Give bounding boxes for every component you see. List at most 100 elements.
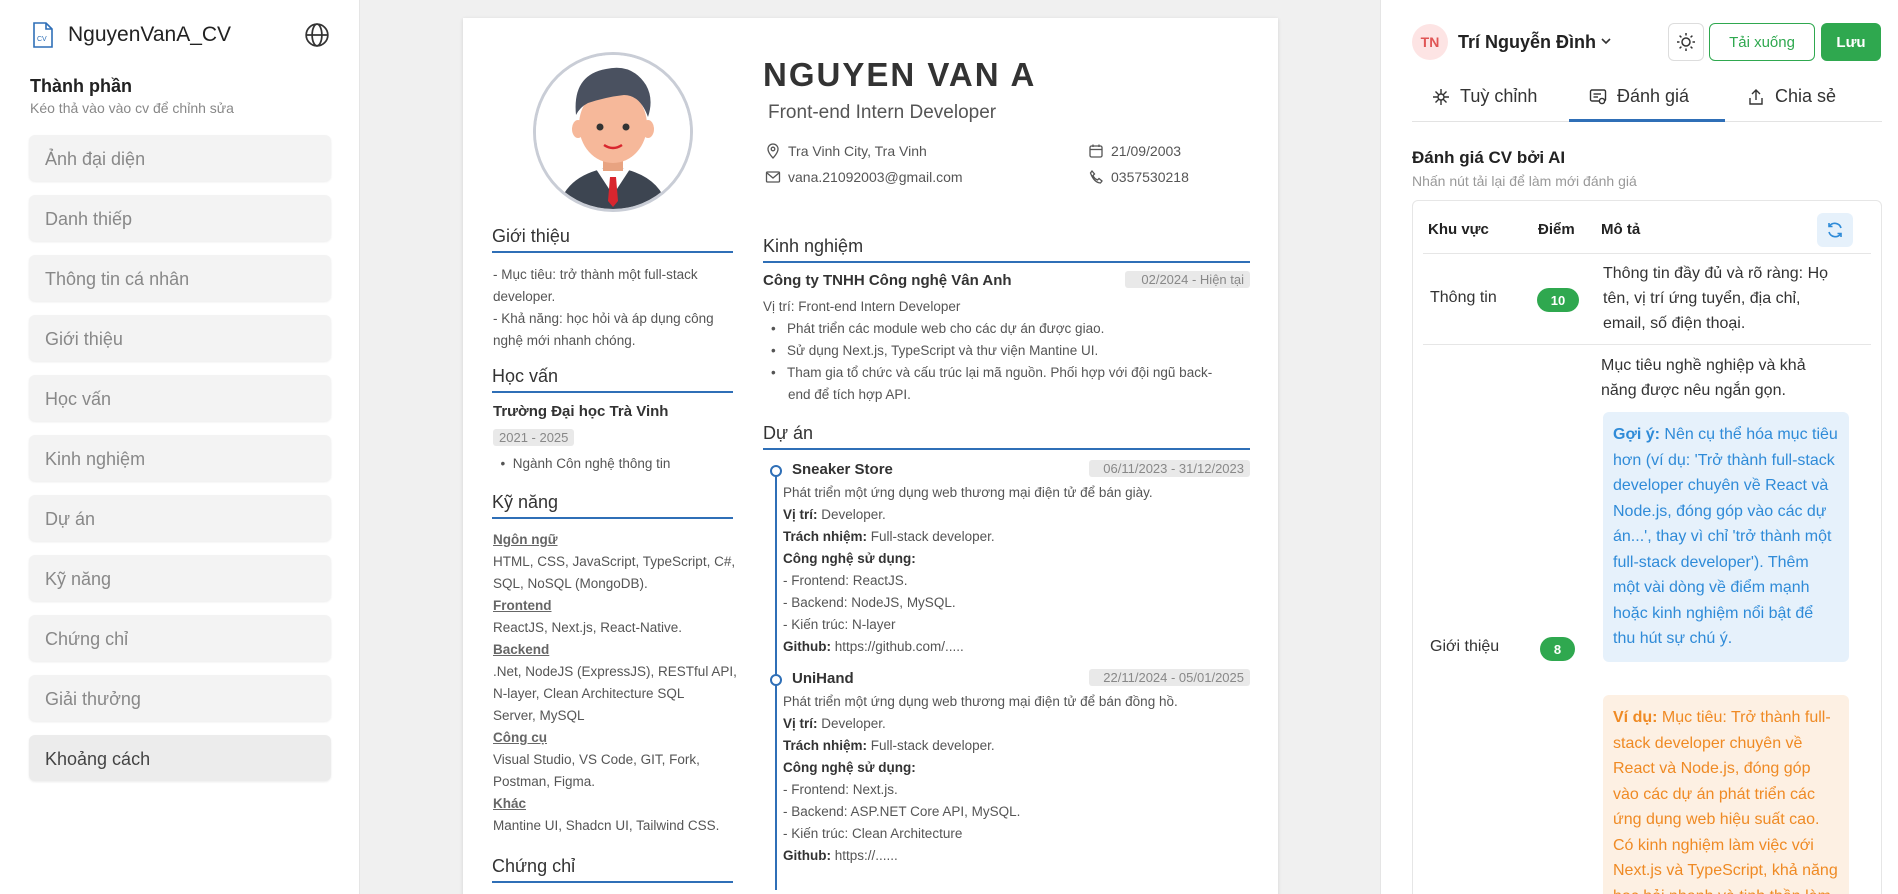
bullet-text: Sử dụng Next.js, TypeScript và thư viện …: [786, 343, 1099, 358]
cv-paper[interactable]: NGUYEN VAN A Front-end Intern Developer …: [463, 18, 1278, 894]
project-name[interactable]: Sneaker Store: [792, 459, 893, 481]
project-name[interactable]: UniHand: [792, 668, 854, 690]
cv-job-title[interactable]: Front-end Intern Developer: [768, 102, 996, 124]
component-certificates[interactable]: Chứng chỉ: [29, 615, 331, 661]
save-button[interactable]: Lưu: [1821, 23, 1881, 61]
row-divider: [1423, 344, 1871, 345]
skill-group-label: Khác: [493, 796, 527, 811]
component-intro[interactable]: Giới thiệu: [29, 315, 331, 361]
duty-label: Trách nhiệm:: [783, 738, 868, 753]
user-avatar[interactable]: TN: [1412, 24, 1448, 60]
experience-bullet: • Phát triển các module web cho các dự á…: [771, 321, 1105, 336]
calendar-icon: [1089, 144, 1103, 158]
intro-heading[interactable]: Giới thiệu: [492, 226, 733, 253]
header-score: Điểm: [1538, 221, 1575, 238]
globe-icon[interactable]: [304, 22, 330, 48]
rating-title: Đánh giá CV bởi AI: [1412, 148, 1566, 167]
section-subtitle: Kéo thả vào vào cv để chỉnh sửa: [30, 100, 234, 116]
phone-icon: [1089, 169, 1103, 184]
sparkle-icon: [1433, 88, 1449, 105]
tab-customize[interactable]: Tuỳ chỉnh: [1432, 86, 1537, 107]
tab-label: Đánh giá: [1617, 86, 1690, 106]
row-area: Thông tin: [1430, 289, 1497, 306]
avatar-illustration-icon: [536, 55, 690, 209]
skill-line: HTML, CSS, JavaScript, TypeScript, C#,: [493, 554, 736, 569]
skill-group-label: Frontend: [493, 598, 552, 613]
school-name[interactable]: Trường Đại học Trà Vinh: [493, 401, 668, 423]
sun-icon: [1677, 33, 1695, 51]
tech-frontend: - Frontend: ReactJS.: [783, 573, 908, 588]
skill-line: Postman, Figma.: [493, 774, 596, 789]
company-name[interactable]: Công ty TNHH Công nghệ Vân Anh: [763, 270, 1012, 292]
tech-frontend: - Frontend: Next.js.: [783, 782, 898, 797]
component-spacing[interactable]: Khoảng cách: [29, 735, 331, 781]
header-area: Khu vực: [1428, 221, 1489, 238]
cv-location[interactable]: Tra Vinh City, Tra Vinh: [765, 143, 927, 159]
cv-phone[interactable]: 0357530218: [1088, 169, 1189, 185]
refresh-button[interactable]: [1817, 213, 1853, 247]
profile-avatar[interactable]: [533, 52, 693, 212]
experience-content[interactable]: Vị trí: Front-end Intern Developer • Phá…: [763, 296, 1250, 406]
experience-heading[interactable]: Kinh nghiệm: [763, 236, 1250, 263]
project-role: Vị trí: Developer.: [783, 504, 1250, 526]
skills-content[interactable]: Ngôn ngữ HTML, CSS, JavaScript, TypeScri…: [493, 529, 738, 837]
skill-line: N-layer, Clean Architecture SQL: [493, 686, 685, 701]
education-heading[interactable]: Học vấn: [492, 366, 733, 393]
tab-share[interactable]: Chia sẻ: [1747, 86, 1836, 107]
user-name[interactable]: Trí Nguyễn Đình: [1458, 32, 1596, 53]
example-label: Ví dụ:: [1613, 709, 1658, 726]
intro-content[interactable]: - Mục tiêu: trở thành một full-stack dev…: [493, 264, 738, 352]
svg-text:CV: CV: [37, 36, 47, 43]
chevron-down-icon[interactable]: [1599, 34, 1613, 48]
cv-email[interactable]: vana.21092003@gmail.com: [765, 169, 963, 185]
project-details[interactable]: Phát triển một ứng dụng web thương mại đ…: [783, 691, 1250, 867]
project-details[interactable]: Phát triển một ứng dụng web thương mại đ…: [783, 482, 1250, 658]
skill-line: Visual Studio, VS Code, GIT, Fork,: [493, 752, 700, 767]
tab-label: Tuỳ chỉnh: [1460, 86, 1538, 106]
project-role: Vị trí: Developer.: [783, 713, 1250, 735]
skill-line: Server, MySQL: [493, 708, 585, 723]
tab-label: Chia sẻ: [1775, 86, 1837, 106]
component-avatar[interactable]: Ảnh đại diện: [29, 135, 331, 181]
duty-value: Full-stack developer.: [867, 529, 995, 544]
skill-line: Mantine UI, Shadcn UI, Tailwind CSS.: [493, 818, 720, 833]
component-personal-info[interactable]: Thông tin cá nhân: [29, 255, 331, 301]
experience-bullet-cont: end để tích hợp API.: [788, 387, 911, 402]
education-major[interactable]: • Ngành Côn nghệ thông tin: [493, 453, 671, 475]
certificates-heading[interactable]: Chứng chỉ: [492, 856, 733, 883]
mail-icon: [765, 171, 781, 183]
education-years-badge: 2021 - 2025: [493, 429, 575, 446]
component-experience[interactable]: Kinh nghiệm: [29, 435, 331, 481]
skills-heading[interactable]: Kỹ năng: [492, 492, 733, 519]
birthday-text: 21/09/2003: [1111, 143, 1182, 159]
cv-file-icon: CV: [33, 22, 53, 48]
timeline-dot: [770, 465, 782, 477]
component-awards[interactable]: Giải thưởng: [29, 675, 331, 721]
cv-birthday[interactable]: 21/09/2003: [1088, 143, 1181, 159]
desc-line: email, số điện thoại.: [1603, 315, 1746, 332]
component-projects[interactable]: Dự án: [29, 495, 331, 541]
download-button[interactable]: Tải xuống: [1709, 23, 1815, 61]
timeline-dot: [770, 674, 782, 686]
intro-line: - Mục tiêu: trở thành một full-stack: [493, 267, 698, 282]
component-skills[interactable]: Kỹ năng: [29, 555, 331, 601]
phone-text: 0357530218: [1111, 169, 1189, 185]
duty-value: Full-stack developer.: [867, 738, 995, 753]
file-name[interactable]: NguyenVanA_CV: [68, 23, 231, 47]
theme-toggle-button[interactable]: [1668, 23, 1704, 61]
component-education[interactable]: Học vấn: [29, 375, 331, 421]
header-description: Mô tả: [1601, 221, 1641, 238]
project-period-badge: 06/11/2023 - 31/12/2023: [1089, 460, 1250, 477]
tech-backend: - Backend: NodeJS, MySQL.: [783, 595, 956, 610]
projects-heading[interactable]: Dự án: [763, 423, 1250, 450]
experience-period-badge: 02/2024 - Hiện tại: [1125, 271, 1250, 288]
email-text: vana.21092003@gmail.com: [788, 169, 963, 185]
tab-evaluate[interactable]: Đánh giá: [1589, 86, 1689, 107]
cv-name[interactable]: NGUYEN VAN A: [763, 56, 1036, 94]
project-period-badge: 22/11/2024 - 05/01/2025: [1089, 669, 1250, 686]
skill-group-label: Ngôn ngữ: [493, 532, 558, 547]
evaluation-table: Khu vực Điểm Mô tả Thông tin 10 Thông ti…: [1412, 200, 1882, 894]
component-business-card[interactable]: Danh thiếp: [29, 195, 331, 241]
tech-architecture: - Kiến trúc: Clean Architecture: [783, 826, 963, 841]
experience-bullet: • Sử dụng Next.js, TypeScript và thư việ…: [771, 343, 1099, 358]
